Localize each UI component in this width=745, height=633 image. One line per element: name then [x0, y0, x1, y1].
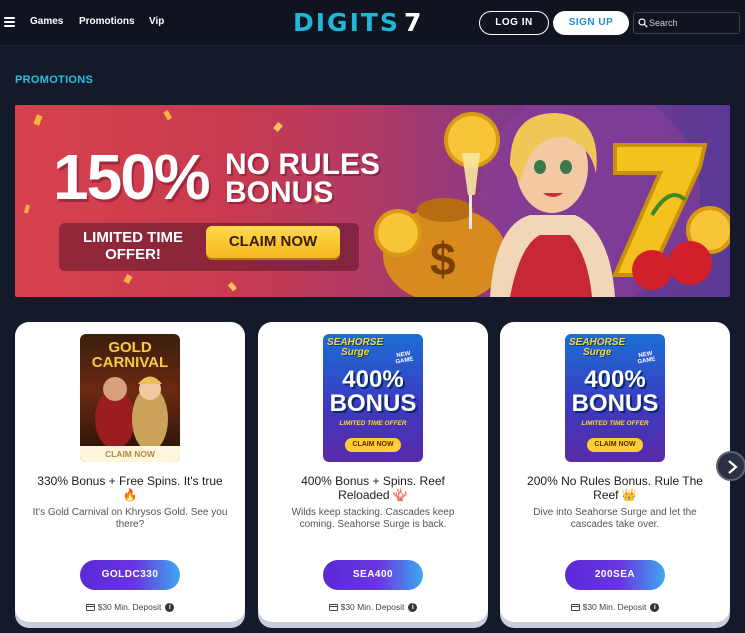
logo-word: DIGITS: [293, 8, 400, 37]
crown-emoji-icon: 👑: [621, 488, 637, 502]
thumb-offer-text: LIMITED TIME OFFER: [339, 420, 407, 427]
hero-promo-banner[interactable]: 150% NO RULES BONUS LIMITED TIME OFFER! …: [15, 105, 730, 297]
promo-card-description: Dive into Seahorse Surge and let the cas…: [533, 507, 697, 530]
promo-code-button[interactable]: GOLDC330: [80, 560, 180, 590]
search-input[interactable]: [649, 15, 737, 31]
search-icon: [638, 18, 648, 28]
min-deposit-note: $30 Min. Deposit i: [15, 602, 245, 613]
thumb-title-line1: GOLD: [108, 339, 152, 356]
min-deposit-text: $30 Min. Deposit: [340, 602, 405, 612]
hero-claim-now-button[interactable]: CLAIM NOW: [206, 226, 340, 258]
thumb-offer-text: LIMITED TIME OFFER: [581, 420, 649, 427]
thumb-bonus-line1: 400%: [584, 366, 646, 393]
hero-headline: 150%: [53, 141, 211, 213]
hero-offer-line2: OFFER!: [105, 246, 161, 263]
hero-subheadline: NO RULES BONUS: [225, 148, 381, 209]
promo-title-text: 400% Bonus + Spins. Reef Reloaded: [301, 474, 445, 502]
thumb-title-line2: Surge: [583, 347, 612, 358]
hero-subheadline-line1: NO RULES: [225, 148, 381, 181]
thumb-new-game-badge: NEW GAME: [637, 350, 656, 366]
nav-link-vip[interactable]: Vip: [149, 16, 164, 27]
carousel-next-button[interactable]: [716, 451, 745, 481]
gold-coin-icon: [374, 209, 422, 257]
promo-card[interactable]: GOLD CARNIVAL CLAIM NOW 330% Bonus + Fre…: [15, 322, 245, 622]
site-logo[interactable]: DIGITS 7: [293, 8, 423, 38]
info-icon[interactable]: i: [408, 603, 418, 613]
thumb-claim-now-label: CLAIM NOW: [80, 446, 180, 462]
nav-link-promotions[interactable]: Promotions: [79, 16, 135, 27]
min-deposit-note: $30 Min. Deposit i: [258, 602, 488, 613]
coral-emoji-icon: 🪸: [392, 488, 408, 502]
logo-number: 7: [403, 8, 424, 37]
thumb-bonus-line1: 400%: [342, 366, 404, 393]
svg-text:$: $: [430, 233, 456, 285]
hero-offer-text: LIMITED TIME OFFER!: [73, 229, 193, 263]
thumb-claim-now-label: CLAIM NOW: [587, 438, 643, 452]
min-deposit-text: $30 Min. Deposit: [582, 602, 647, 612]
promo-card-title: 200% No Rules Bonus. Rule The Reef 👑: [520, 474, 710, 502]
promo-card-thumbnail: SEAHORSE Surge NEW GAME 400% BONUS LIMIT…: [323, 334, 423, 462]
hero-offer-line1: LIMITED TIME: [83, 229, 183, 246]
promo-title-text: 200% No Rules Bonus. Rule The Reef: [527, 474, 703, 502]
thumb-bonus-line2: BONUS: [571, 390, 659, 417]
promo-code-button[interactable]: 200SEA: [565, 560, 665, 590]
thumb-title-line2: CARNIVAL: [91, 354, 169, 371]
hamburger-menu-icon[interactable]: [4, 17, 15, 27]
top-navigation-bar: Games Promotions Vip DIGITS 7 LOG IN SIGN…: [0, 0, 745, 46]
min-deposit-note: $30 Min. Deposit i: [500, 602, 730, 613]
credit-card-icon: [85, 604, 95, 612]
chevron-right-icon: [728, 460, 738, 474]
min-deposit-text: $30 Min. Deposit: [97, 602, 162, 612]
hero-illustration: $: [374, 105, 730, 297]
info-icon[interactable]: i: [650, 603, 660, 613]
hero-subheadline-line2: BONUS: [225, 176, 334, 209]
credit-card-icon: [570, 604, 580, 612]
nav-link-games[interactable]: Games: [30, 16, 63, 27]
promo-title-text: 330% Bonus + Free Spins. It's true: [37, 474, 223, 488]
promo-card[interactable]: SEAHORSE Surge NEW GAME 400% BONUS LIMIT…: [258, 322, 488, 622]
promo-card-thumbnail: GOLD CARNIVAL CLAIM NOW: [80, 334, 180, 462]
credit-card-icon: [328, 604, 338, 612]
info-icon[interactable]: i: [165, 603, 175, 613]
thumb-new-game-badge: NEW GAME: [395, 350, 414, 366]
search-box[interactable]: [633, 12, 740, 34]
promo-card-thumbnail: SEAHORSE Surge NEW GAME 400% BONUS LIMIT…: [565, 334, 665, 462]
promo-card-description: Wilds keep stacking. Cascades keep comin…: [291, 507, 455, 530]
thumb-bonus-line2: BONUS: [329, 390, 417, 417]
login-button[interactable]: LOG IN: [479, 11, 549, 35]
promo-code-button[interactable]: SEA400: [323, 560, 423, 590]
thumb-title-line2: Surge: [341, 347, 370, 358]
signup-button[interactable]: SIGN UP: [553, 11, 629, 35]
promo-card-title: 330% Bonus + Free Spins. It's true 🔥: [35, 474, 225, 502]
promo-card[interactable]: SEAHORSE Surge NEW GAME 400% BONUS LIMIT…: [500, 322, 730, 622]
promo-card-title: 400% Bonus + Spins. Reef Reloaded 🪸: [278, 474, 468, 502]
section-title-promotions: PROMOTIONS: [15, 74, 94, 86]
fire-emoji-icon: 🔥: [122, 488, 138, 502]
promo-card-description: It's Gold Carnival on Khrysos Gold. See …: [32, 507, 228, 530]
thumb-claim-now-label: CLAIM NOW: [345, 438, 401, 452]
